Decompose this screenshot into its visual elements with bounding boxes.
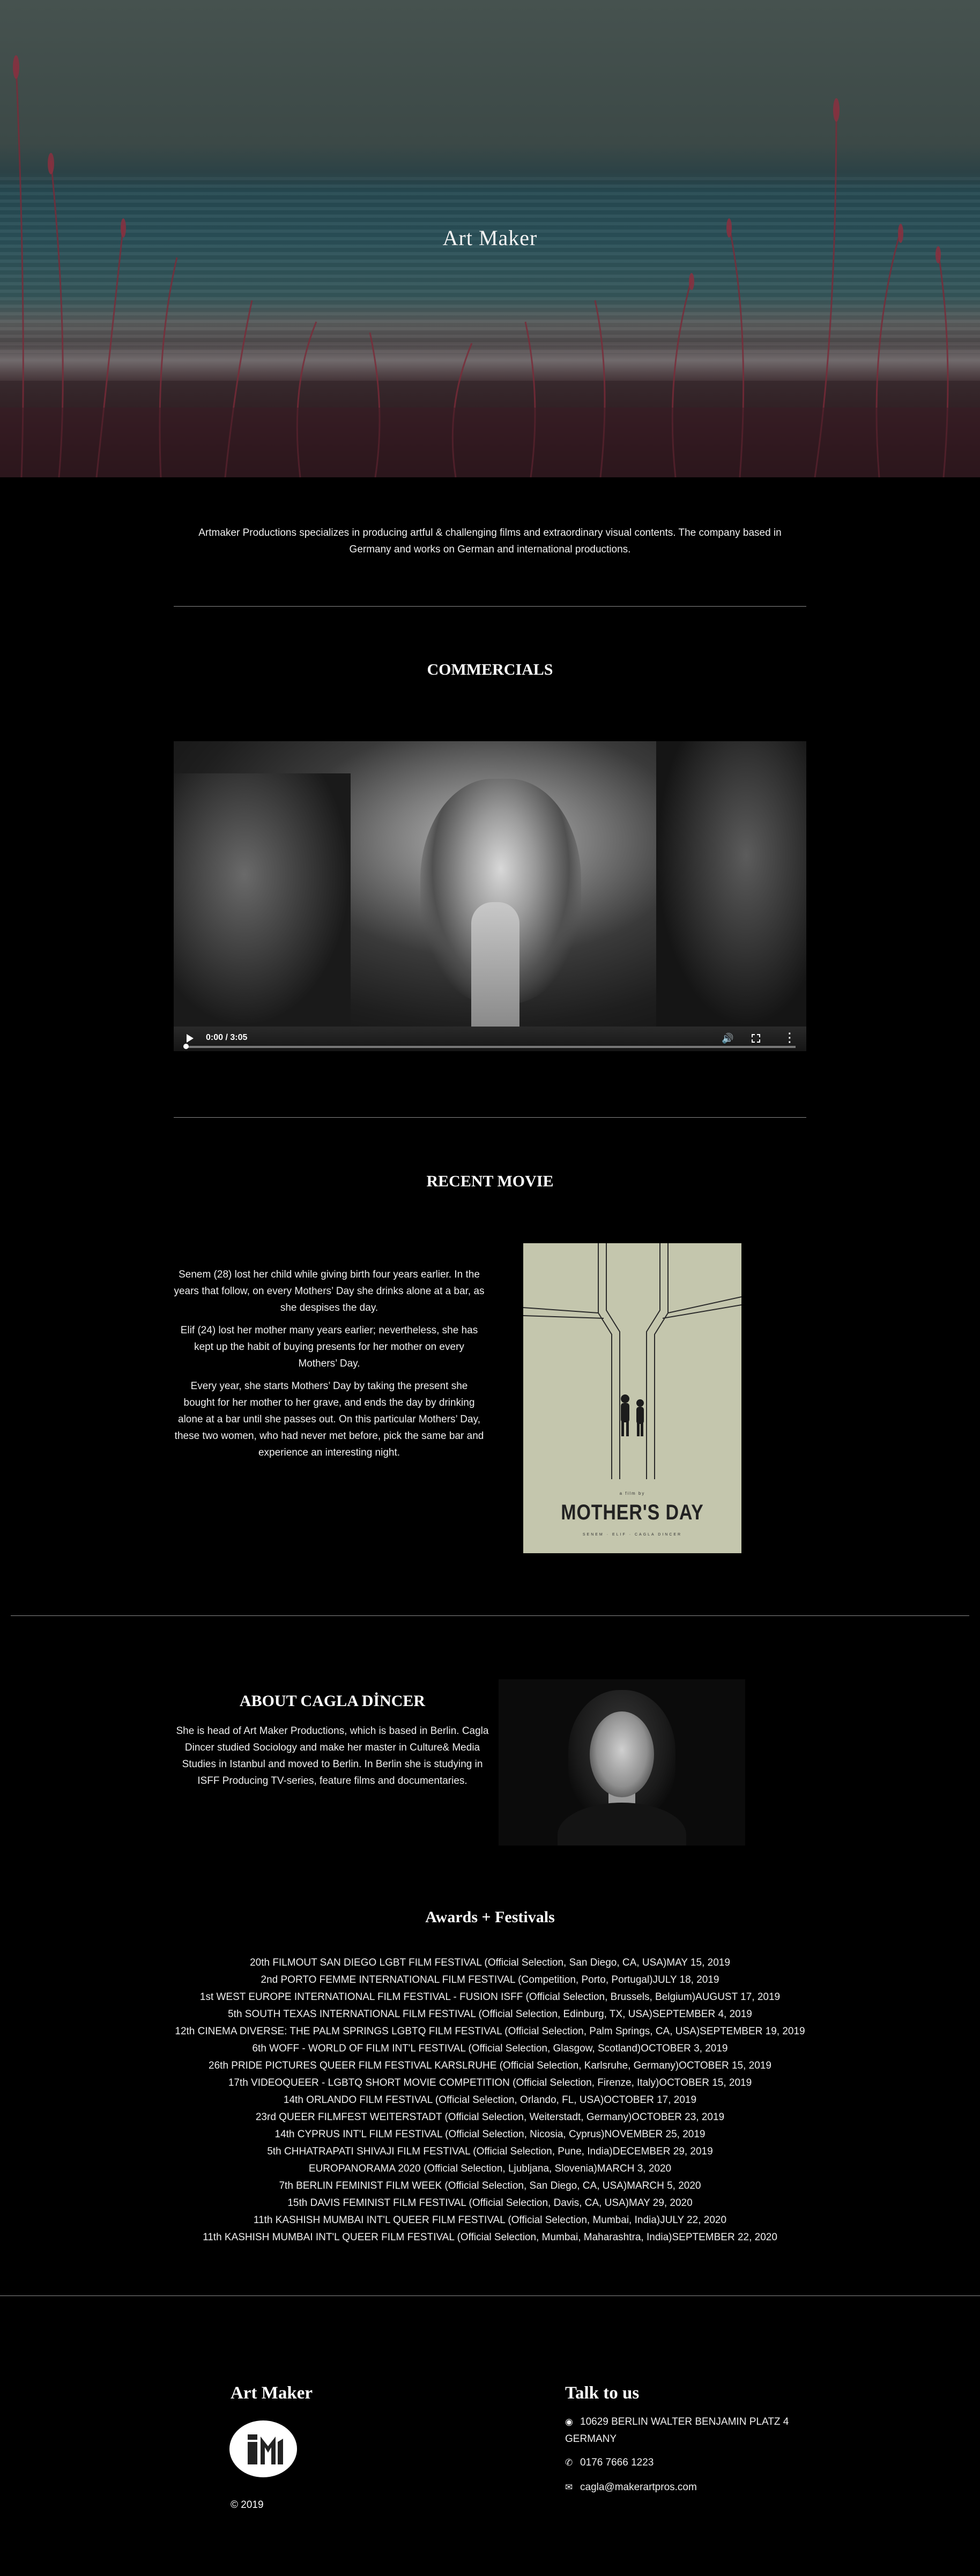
phone-text[interactable]: 0176 7666 1223 <box>580 2457 654 2468</box>
email-link[interactable]: cagla@makerartpros.com <box>580 2482 697 2493</box>
award-item: 26th PRIDE PICTURES QUEER FILM FESTIVAL … <box>209 2060 771 2071</box>
divider <box>11 1615 969 1616</box>
logo-mark <box>248 2434 283 2464</box>
award-item: EUROPANORAMA 2020 (Official Selection, L… <box>308 2163 672 2174</box>
about-text: She is head of Art Maker Productions, wh… <box>176 1725 489 1787</box>
video-figure-hand <box>471 902 519 1027</box>
award-item: 12th CINEMA DIVERSE: THE PALM SPRINGS LG… <box>175 2026 805 2037</box>
recent-movie-title: RECENT MOVIE <box>426 1172 554 1190</box>
movie-poster: a film by MOTHER'S DAY SENEM · ELIF · CA… <box>523 1243 741 1553</box>
award-item: 11th KASHISH MUMBAI INT'L QUEER FILM FES… <box>203 2232 777 2243</box>
poster-credits: SENEM · ELIF · CAGLA DINCER <box>582 1533 682 1537</box>
award-item: 5th CHHATRAPATI SHIVAJI FILM FESTIVAL (O… <box>267 2146 713 2157</box>
award-item: 14th CYPRUS INT'L FILM FESTIVAL (Officia… <box>274 2129 706 2140</box>
divider <box>174 606 806 607</box>
synopsis-paragraph: Senem (28) lost her child while giving b… <box>174 1269 485 1313</box>
contact-address: ◉ 10629 BERLIN WALTER BENJAMIN PLATZ 4 GE… <box>565 2413 817 2448</box>
video-progress-thumb[interactable] <box>183 1044 189 1049</box>
award-item: 7th BERLIN FEMINIST FILM WEEK (Official … <box>279 2180 701 2191</box>
award-item: 1st WEST EUROPE INTERNATIONAL FILM FESTI… <box>199 1991 781 2003</box>
poster-tagline: a film by <box>619 1491 645 1496</box>
talk-to-us-title: Talk to us <box>565 2383 640 2403</box>
video-frame[interactable] <box>174 741 806 1027</box>
synopsis-paragraph: Elif (24) lost her mother many years ear… <box>180 1325 478 1369</box>
award-item: 5th SOUTH TEXAS INTERNATIONAL FILM FESTI… <box>228 2009 752 2020</box>
portrait-body <box>558 1803 686 1846</box>
video-time: 0:00 / 3:05 <box>206 1033 248 1042</box>
video-figure-right <box>656 741 806 1027</box>
portrait-face <box>590 1711 654 1797</box>
contact-email[interactable]: ✉ cagla@makerartpros.com <box>565 2479 817 2496</box>
divider <box>174 1117 806 1118</box>
volume-icon[interactable]: 🔊 <box>722 1033 733 1044</box>
movie-synopsis: Senem (28) lost her child while giving b… <box>174 1266 485 1467</box>
intro-text: Artmaker Productions specializes in prod… <box>198 527 782 555</box>
play-icon[interactable] <box>187 1034 194 1043</box>
about-title: ABOUT CAGLA DİNCER <box>239 1692 426 1710</box>
award-item: 23rd QUEER FILMFEST WEITERSTADT (Officia… <box>255 2112 725 2123</box>
awards-title: Awards + Festivals <box>425 1908 555 1926</box>
footer-brand: Art Maker <box>231 2383 313 2403</box>
award-item: 2nd PORTO FEMME INTERNATIONAL FILM FESTI… <box>261 1974 719 1985</box>
divider <box>0 2295 980 2296</box>
video-figure-left <box>174 773 351 1027</box>
contact-phone[interactable]: ✆ 0176 7666 1223 <box>565 2454 817 2471</box>
award-item: 17th VIDEOQUEER - LGBTQ SHORT MOVIE COMP… <box>228 2077 752 2088</box>
award-item: 20th FILMOUT SAN DIEGO LGBT FILM FESTIVA… <box>250 1957 730 1968</box>
location-icon: ◉ <box>565 2417 573 2427</box>
poster-title: MOTHER'S DAY <box>561 1501 704 1524</box>
hero-title: Art Maker <box>442 226 538 250</box>
award-item: 6th WOFF - WORLD OF FILM INT'L FESTIVAL … <box>252 2043 728 2054</box>
hero-banner: Art Maker <box>0 0 980 477</box>
award-item: 14th ORLANDO FILM FESTIVAL (Official Sel… <box>283 2094 697 2106</box>
portrait-photo <box>499 1679 745 1846</box>
synopsis-paragraph: Every year, she starts Mothers’ Day by t… <box>174 1381 484 1458</box>
video-progress-track[interactable] <box>184 1046 796 1048</box>
address-text: 10629 BERLIN WALTER BENJAMIN PLATZ 4 GER… <box>565 2416 789 2445</box>
envelope-icon: ✉ <box>565 2482 573 2492</box>
award-item: 15th DAVIS FEMINIST FILM FESTIVAL (Offic… <box>287 2197 693 2209</box>
phone-icon: ✆ <box>565 2457 573 2468</box>
awards-list: 20th FILMOUT SAN DIEGO LGBT FILM FESTIVA… <box>107 1954 873 2246</box>
award-item: 11th KASHISH MUMBAI INT'L QUEER FILM FES… <box>253 2215 727 2226</box>
commercial-video-player[interactable]: 0:00 / 3:05 🔊 · · · <box>174 741 806 1051</box>
more-options-icon[interactable]: · · · <box>788 1029 792 1048</box>
footer-copyright: © 2019 <box>231 2499 264 2511</box>
footer-logo[interactable] <box>229 2420 297 2477</box>
fullscreen-icon[interactable] <box>752 1034 760 1043</box>
commercials-title: COMMERCIALS <box>427 661 553 678</box>
